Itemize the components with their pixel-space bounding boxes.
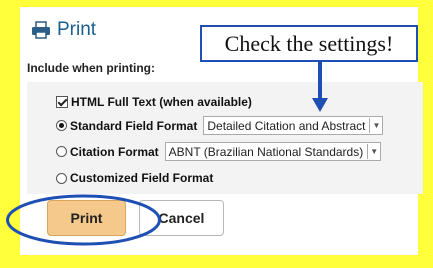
standard-field-format-value: Detailed Citation and Abstract [207, 118, 366, 133]
standard-field-format-option[interactable]: Standard Field Format Detailed Citation … [56, 116, 384, 135]
dialog-title-text: Print [57, 19, 97, 40]
citation-format-value: ABNT (Brazilian National Standards) [168, 144, 364, 159]
chevron-down-icon[interactable]: ▼ [367, 144, 380, 159]
customized-field-format-radio[interactable] [56, 172, 67, 184]
standard-field-format-label: Standard Field Format [70, 118, 198, 133]
html-full-text-checkbox[interactable] [56, 96, 68, 108]
printer-icon [31, 21, 51, 39]
citation-format-label: Citation Format [70, 144, 159, 159]
html-full-text-label: HTML Full Text (when available) [71, 95, 252, 109]
citation-format-option[interactable]: Citation Format ABNT (Brazilian National… [56, 142, 382, 161]
html-full-text-option[interactable]: HTML Full Text (when available) [56, 95, 252, 109]
include-label: Include when printing: [27, 61, 155, 75]
customized-field-format-label: Customized Field Format [70, 171, 214, 185]
cancel-button[interactable]: Cancel [139, 200, 224, 236]
print-options-panel: HTML Full Text (when available) Standard… [27, 82, 423, 194]
dialog-title: Print [31, 17, 96, 43]
citation-format-radio[interactable] [56, 146, 67, 157]
print-button[interactable]: Print [47, 200, 126, 236]
annotation-arrow [312, 62, 328, 112]
customized-field-format-option[interactable]: Customized Field Format [56, 171, 213, 185]
chevron-down-icon[interactable]: ▼ [369, 118, 382, 133]
citation-format-select[interactable]: ABNT (Brazilian National Standards) ▼ [164, 142, 382, 161]
standard-field-format-radio[interactable] [56, 120, 67, 131]
standard-field-format-select[interactable]: Detailed Citation and Abstract ▼ [203, 116, 384, 135]
annotation-callout: Check the settings! [200, 25, 418, 62]
